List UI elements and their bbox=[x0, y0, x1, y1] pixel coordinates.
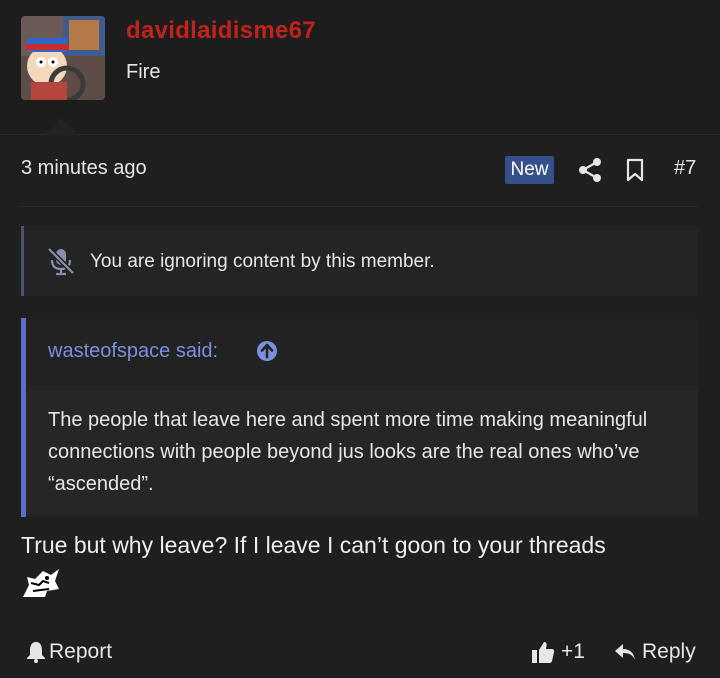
quote-author-link[interactable]: wasteofspace said: bbox=[48, 340, 218, 363]
quote-block: wasteofspace said: The people that leave… bbox=[21, 318, 698, 517]
divider bbox=[21, 206, 698, 207]
quote-header: wasteofspace said: bbox=[26, 318, 698, 386]
post-body-text: True but why leave? If I leave I can’t g… bbox=[21, 532, 606, 558]
ignored-content-notice: You are ignoring content by this member. bbox=[21, 226, 698, 296]
like-button[interactable]: +1 bbox=[531, 640, 585, 664]
message-pointer bbox=[44, 118, 78, 135]
ignored-notice-text: You are ignoring content by this member. bbox=[90, 251, 435, 272]
share-icon[interactable] bbox=[578, 157, 602, 183]
username[interactable]: davidlaidisme67 bbox=[126, 17, 316, 45]
muted-microphone-icon bbox=[46, 246, 76, 276]
message-meta-bar: 3 minutes ago New #7 bbox=[0, 135, 720, 205]
bell-icon bbox=[27, 642, 45, 663]
user-title: Fire bbox=[126, 61, 161, 83]
quote-text: The people that leave here and spent mor… bbox=[48, 409, 648, 495]
reply-arrow-icon bbox=[615, 644, 635, 660]
avatar[interactable] bbox=[21, 16, 105, 100]
arrow-up-circle-icon[interactable] bbox=[256, 340, 278, 362]
thumbs-up-icon bbox=[532, 642, 555, 663]
reply-button[interactable]: Reply bbox=[614, 640, 696, 664]
new-badge: New bbox=[505, 156, 554, 184]
post-timestamp[interactable]: 3 minutes ago bbox=[21, 157, 147, 180]
bookmark-icon[interactable] bbox=[624, 158, 646, 182]
post-action-bar: Report +1 Reply bbox=[0, 630, 720, 678]
smilie-image bbox=[21, 567, 61, 599]
report-label: Report bbox=[49, 640, 113, 663]
post-number-link[interactable]: #7 bbox=[674, 157, 696, 180]
report-button[interactable]: Report bbox=[26, 640, 112, 664]
like-count: +1 bbox=[561, 640, 585, 663]
user-header: davidlaidisme67 Fire bbox=[0, 0, 720, 135]
reply-label: Reply bbox=[642, 640, 696, 663]
